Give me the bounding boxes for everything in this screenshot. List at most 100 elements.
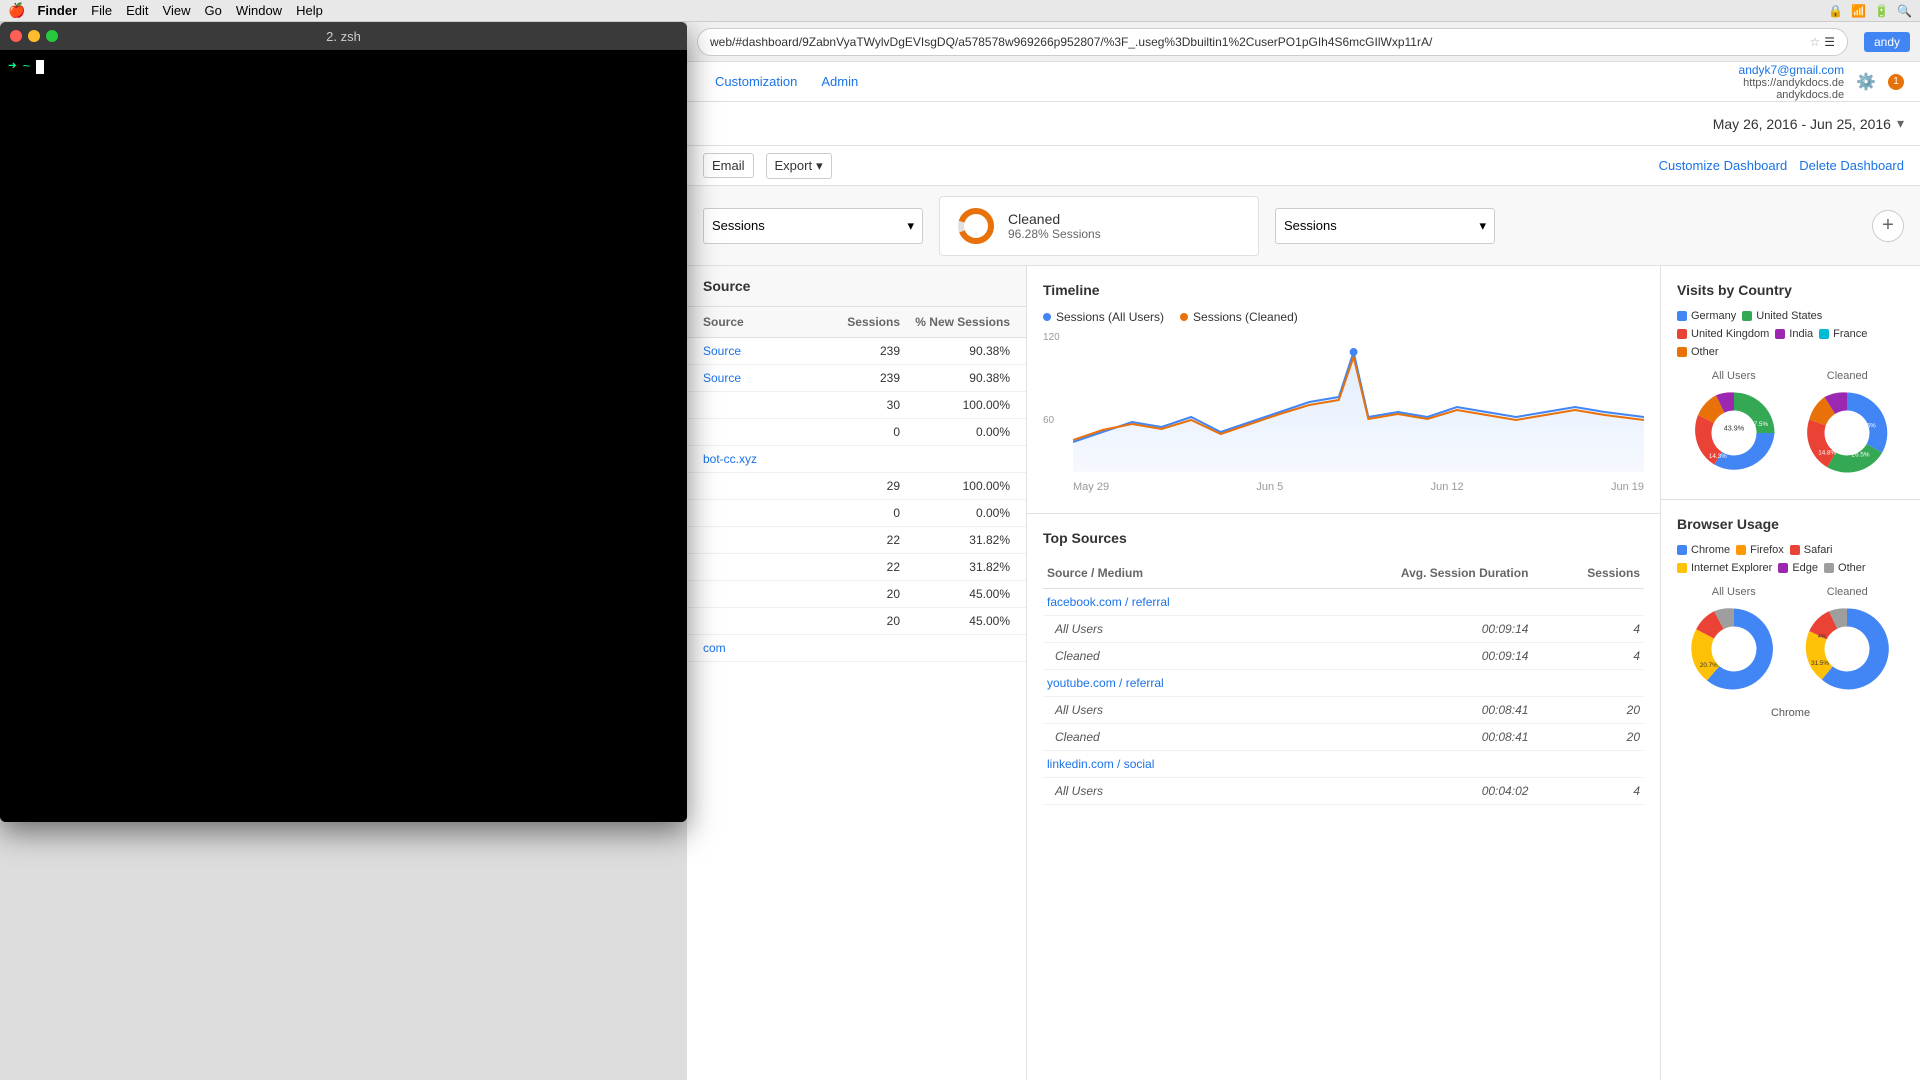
td-sessions: 0 [830,506,900,520]
legend-label-all: Sessions (All Users) [1056,310,1164,324]
segment-dropdown-icon: ▾ [907,218,914,234]
td-sessions [1532,751,1644,778]
td-new-sessions: 45.00% [900,587,1010,601]
firefox-dot [1736,545,1746,555]
th-source: Source [703,315,830,329]
apple-icon: 🍎 [8,2,25,19]
edge-label: Edge [1792,562,1818,574]
segment-select[interactable]: Sessions ▾ [703,208,923,244]
settings-icon[interactable]: ⚙️ [1856,72,1876,92]
td-source-youtube[interactable]: youtube.com / referral [1043,670,1283,697]
export-dropdown-icon: ▾ [816,158,823,174]
td-duration: 00:08:41 [1283,724,1532,751]
legend-uk: United Kingdom [1677,328,1769,340]
terminal-body[interactable]: ➜ ~ [0,50,687,822]
svg-text:26.5%: 26.5% [1852,451,1870,458]
source-panel-header: Source [687,266,1026,307]
export-button[interactable]: Export ▾ [766,153,832,179]
td-sub-label: Cleaned [1043,643,1283,670]
browser-cleaned-chart: 64% 31.5% 4% [1802,604,1892,694]
other-dot [1677,347,1687,357]
x-label-2: Jun 5 [1256,481,1283,493]
add-widget-button[interactable]: + [1872,210,1904,242]
main-content: Source Source Sessions % New Sessions So… [687,266,1920,1080]
menubar-icon-3: 🔋 [1874,4,1889,18]
date-range[interactable]: May 26, 2016 - Jun 25, 2016 ▾ [1713,115,1904,132]
browser-window: web/#dashboard/9ZabnVyaTWylvDgEVIsgDQ/a5… [687,22,1920,1080]
td-sessions: 20 [830,614,900,628]
y-label-60: 60 [1043,415,1054,426]
td-source[interactable]: bot-cc.xyz [703,452,830,466]
svg-text:31.5%: 31.5% [1811,660,1829,667]
us-dot [1742,311,1752,321]
td-source-linkedin[interactable]: linkedin.com / social [1043,751,1283,778]
maximize-button[interactable] [46,30,58,42]
segment-select-2[interactable]: Sessions ▾ [1275,208,1495,244]
menu-help[interactable]: Help [296,3,323,18]
menu-file[interactable]: File [91,3,112,18]
td-duration: 00:09:14 [1283,643,1532,670]
td-source[interactable]: Source [703,371,830,385]
menubar-icon-1: 🔒 [1828,4,1843,18]
svg-text:28.6%: 28.6% [1858,423,1876,430]
safari-dot [1790,545,1800,555]
terminal-window: 2. zsh ➜ ~ [0,22,687,822]
nav-admin[interactable]: Admin [809,62,870,102]
legend-other: Other [1677,346,1719,358]
legend-safari: Safari [1790,544,1833,556]
nav-customization[interactable]: Customization [703,62,809,102]
middle-panel: Timeline Sessions (All Users) Sessions (… [1027,266,1660,1080]
menu-finder[interactable]: Finder [37,3,77,18]
th-new-sessions: % New Sessions [900,315,1010,329]
legend-firefox: Firefox [1736,544,1784,556]
td-source[interactable]: com [703,641,830,655]
td-sessions: 239 [830,371,900,385]
table-row: 29 100.00% [687,473,1026,500]
close-button[interactable] [10,30,22,42]
menubar-icon-4: 🔍 [1897,4,1912,18]
browser-all-users-label: All Users [1689,586,1779,598]
sources-table: Source / Medium Avg. Session Duration Se… [1043,558,1644,805]
table-row: linkedin.com / social [1043,751,1644,778]
email-button[interactable]: Email [703,153,754,178]
svg-text:43.9%: 43.9% [1724,423,1745,432]
menu-window[interactable]: Window [236,3,282,18]
td-source-facebook[interactable]: facebook.com / referral [1043,589,1283,616]
customize-dashboard-link[interactable]: Customize Dashboard [1659,158,1788,173]
menu-icon[interactable]: ☰ [1824,35,1835,49]
delete-dashboard-link[interactable]: Delete Dashboard [1799,158,1904,173]
td-sessions: 29 [830,479,900,493]
legend-us: United States [1742,310,1822,322]
th-source-medium: Source / Medium [1043,558,1283,589]
y-label-120: 120 [1043,332,1060,343]
menu-go[interactable]: Go [204,3,221,18]
menu-edit[interactable]: Edit [126,3,148,18]
td-duration: 00:08:41 [1283,697,1532,724]
bookmark-icon[interactable]: ☆ [1809,35,1820,49]
notification-badge[interactable]: 1 [1888,74,1904,90]
india-label: India [1789,328,1813,340]
user-badge[interactable]: andy [1864,32,1910,52]
cleaned-pie-container: Cleaned [1802,370,1892,483]
browser-pie-charts-row: All Users 65.9% 20.7% [1677,586,1904,699]
table-row: All Users 00:04:02 4 [1043,778,1644,805]
td-duration [1283,589,1532,616]
address-bar[interactable]: web/#dashboard/9ZabnVyaTWylvDgEVIsgDQ/a5… [697,28,1848,56]
timeline-section: Timeline Sessions (All Users) Sessions (… [1027,266,1660,514]
segment-dropdown-icon-2: ▾ [1479,218,1486,234]
minimize-button[interactable] [28,30,40,42]
us-label: United States [1756,310,1822,322]
safari-label: Safari [1804,544,1833,556]
timeline-chart [1073,332,1644,472]
td-source[interactable]: Source [703,344,830,358]
menu-view[interactable]: View [163,3,191,18]
td-new-sessions: 31.82% [900,560,1010,574]
top-sources-title: Top Sources [1043,530,1644,546]
legend-label-cleaned: Sessions (Cleaned) [1193,310,1298,324]
table-row: 22 31.82% [687,554,1026,581]
ie-dot [1677,563,1687,573]
timeline-legend: Sessions (All Users) Sessions (Cleaned) [1043,310,1644,324]
svg-text:14.3%: 14.3% [1709,453,1727,460]
legend-edge: Edge [1778,562,1818,574]
browser-all-users-container: All Users 65.9% 20.7% [1689,586,1779,699]
